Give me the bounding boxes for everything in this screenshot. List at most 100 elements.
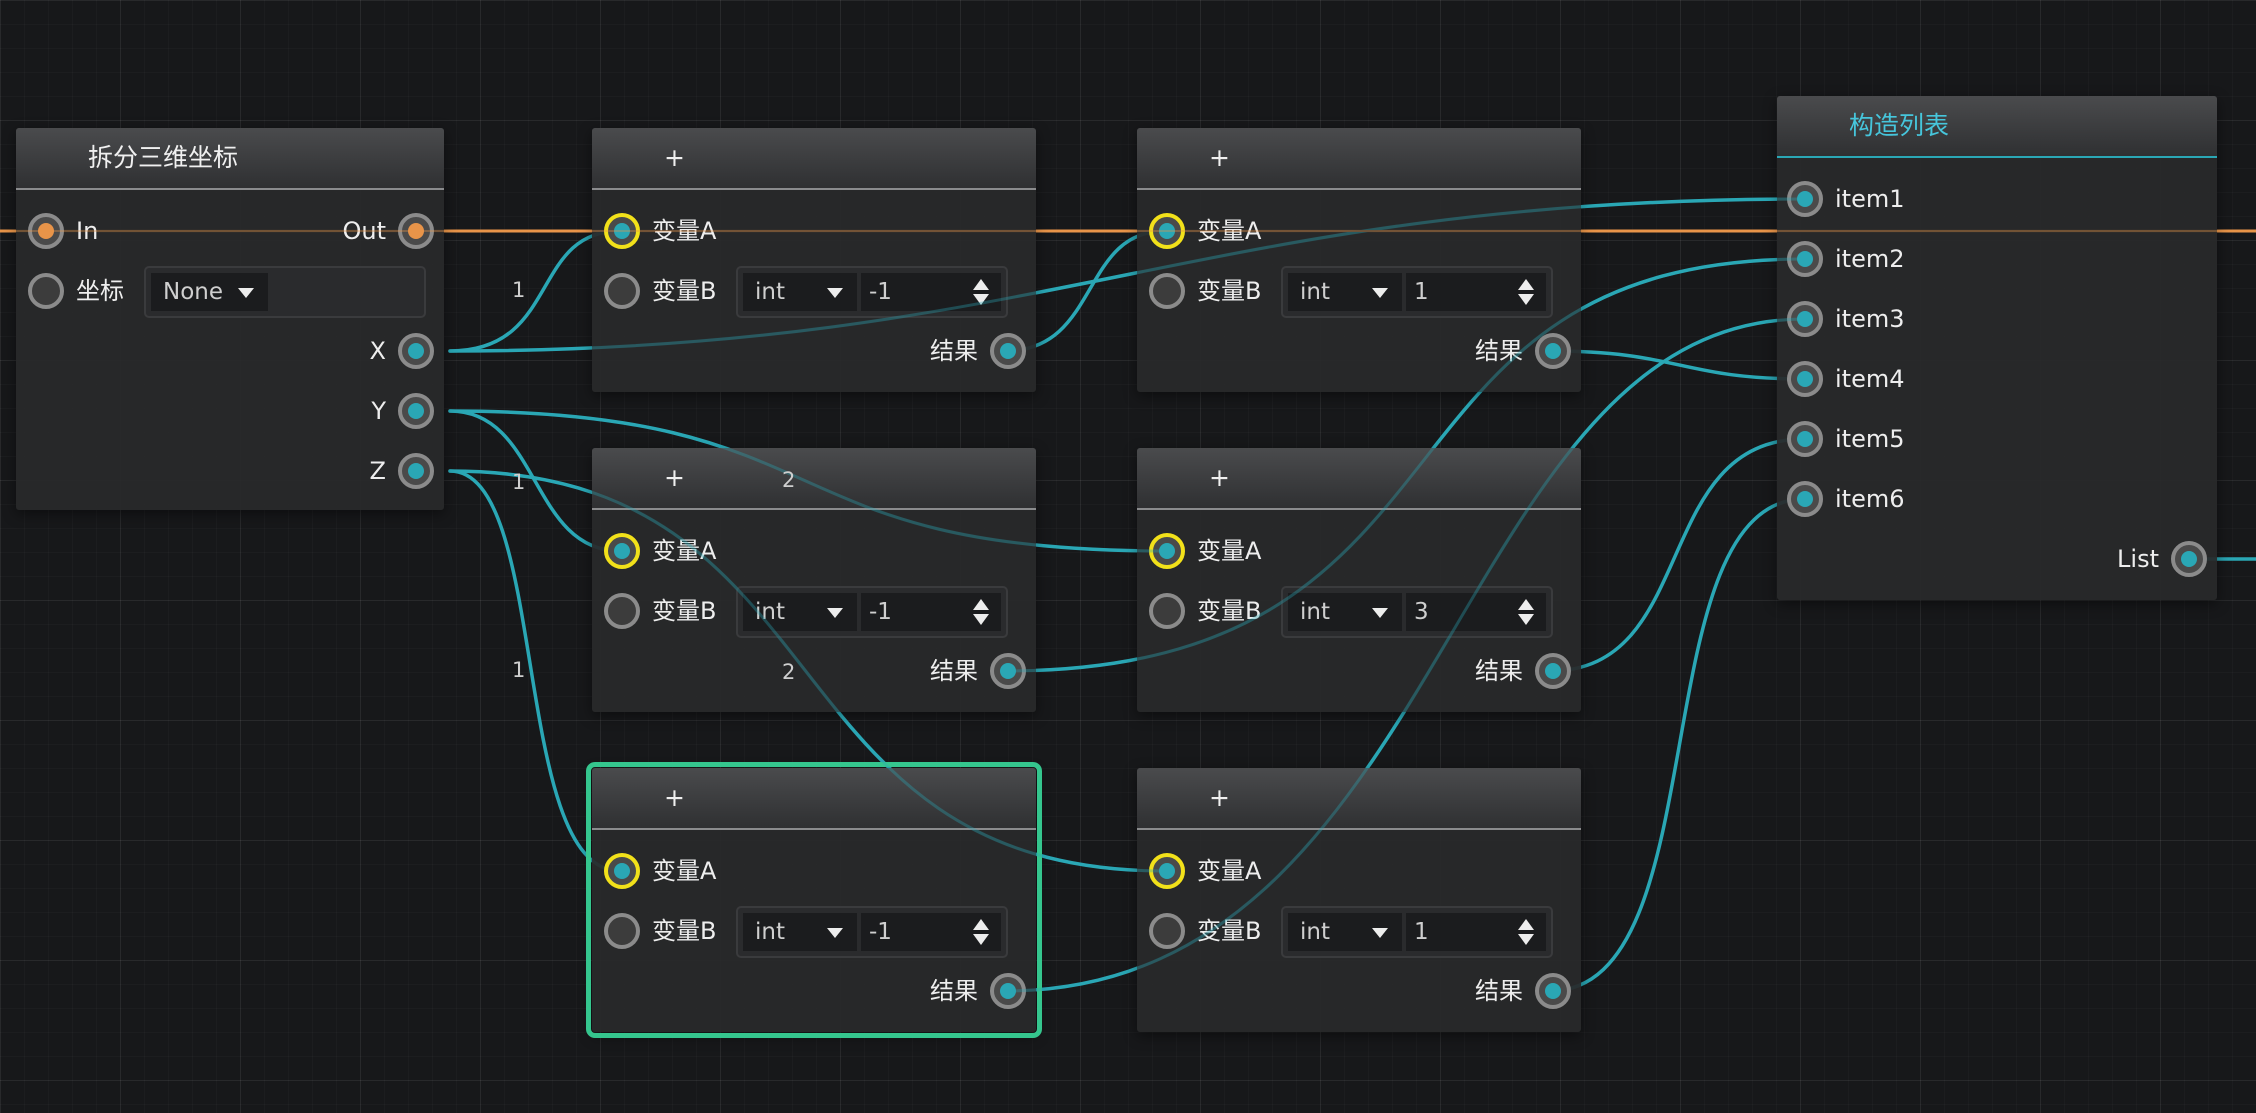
number-value: -1 (869, 919, 892, 945)
input-a-label: 变量A (1197, 217, 1262, 245)
input-a-port[interactable] (1149, 213, 1185, 249)
coord-field: None (144, 266, 426, 318)
add-node-selected[interactable]: + 变量A 变量B int -1 结果 (586, 762, 1042, 1038)
item2-input-port[interactable] (1787, 241, 1823, 277)
construct-list-node[interactable]: 构造列表 item1 item2 item3 item4 item5 item6… (1777, 96, 2217, 600)
spin-arrows-icon[interactable] (973, 599, 989, 627)
type-select[interactable]: int (743, 593, 857, 631)
input-b-port[interactable] (1149, 593, 1185, 629)
node-title: + (1209, 783, 1230, 812)
add-node[interactable]: + 变量A 变量B int -1 结果 (592, 128, 1036, 392)
list-output-port[interactable] (2171, 541, 2207, 577)
output-label: 结果 (1475, 977, 1523, 1005)
input-b-port[interactable] (1149, 273, 1185, 309)
item5-input-port[interactable] (1787, 421, 1823, 457)
input-b-field: int 3 (1281, 586, 1553, 638)
number-value: 3 (1414, 599, 1429, 625)
output-port[interactable] (1535, 973, 1571, 1009)
number-spinbox[interactable]: -1 (861, 913, 1001, 951)
input-b-port[interactable] (604, 593, 640, 629)
node-header[interactable]: + (592, 448, 1036, 510)
input-b-port[interactable] (1149, 913, 1185, 949)
input-a-port[interactable] (604, 533, 640, 569)
node-title: 拆分三维坐标 (88, 143, 239, 172)
number-value: -1 (869, 279, 892, 305)
node-header[interactable]: + (1137, 448, 1581, 510)
chevron-down-icon (827, 288, 843, 298)
spin-arrows-icon[interactable] (1518, 599, 1534, 627)
input-a-port[interactable] (1149, 533, 1185, 569)
add-node[interactable]: + 变量A 变量B int 3 结果 (1137, 448, 1581, 712)
in-label: In (76, 217, 99, 245)
chevron-down-icon (1372, 288, 1388, 298)
type-select[interactable]: int (1288, 913, 1402, 951)
wire-add4-to-list-item5 (1548, 437, 1807, 673)
z-label: Z (369, 457, 386, 485)
type-select-value: int (755, 279, 785, 305)
spin-arrows-icon[interactable] (1518, 919, 1534, 947)
wire-label: 1 (512, 658, 526, 682)
y-output-port[interactable] (398, 393, 434, 429)
input-b-field: int 1 (1281, 266, 1553, 318)
number-spinbox[interactable]: -1 (861, 593, 1001, 631)
exec-input-port[interactable] (28, 213, 64, 249)
node-header[interactable]: + (1137, 768, 1581, 830)
x-output-port[interactable] (398, 333, 434, 369)
item2-label: item2 (1835, 245, 1905, 273)
exec-output-port[interactable] (398, 213, 434, 249)
output-label: 结果 (930, 337, 978, 365)
input-b-port[interactable] (604, 273, 640, 309)
list-output-label: List (2117, 545, 2159, 573)
node-header[interactable]: + (592, 128, 1036, 190)
wire-add2-to-list-item4 (1548, 349, 1807, 381)
input-b-field: int -1 (736, 906, 1008, 958)
number-value: 1 (1414, 919, 1429, 945)
node-header[interactable]: 拆分三维坐标 (16, 128, 444, 190)
type-select-value: int (1300, 599, 1330, 625)
input-a-label: 变量A (1197, 537, 1262, 565)
item3-input-port[interactable] (1787, 301, 1823, 337)
chevron-down-icon (1372, 928, 1388, 938)
add-node[interactable]: + 变量A 变量B int 1 结果 (1137, 768, 1581, 1032)
input-b-label: 变量B (1197, 277, 1262, 305)
add-node[interactable]: + 变量A 变量B int 1 结果 (1137, 128, 1581, 392)
type-select[interactable]: int (743, 273, 857, 311)
spin-arrows-icon[interactable] (973, 919, 989, 947)
number-spinbox[interactable]: 1 (1406, 273, 1546, 311)
split-coordinate-node[interactable]: 拆分三维坐标 In Out 坐标 None X Y Z (16, 128, 444, 510)
spin-arrows-icon[interactable] (973, 279, 989, 307)
node-header[interactable]: 构造列表 (1777, 96, 2217, 158)
coord-input-port[interactable] (28, 273, 64, 309)
output-port[interactable] (1535, 653, 1571, 689)
output-port[interactable] (990, 973, 1026, 1009)
item4-input-port[interactable] (1787, 361, 1823, 397)
type-select-value: int (1300, 279, 1330, 305)
output-port[interactable] (1535, 333, 1571, 369)
item3-label: item3 (1835, 305, 1905, 333)
input-a-label: 变量A (1197, 857, 1262, 885)
item5-label: item5 (1835, 425, 1905, 453)
type-select[interactable]: int (743, 913, 857, 951)
input-b-port[interactable] (604, 913, 640, 949)
number-spinbox[interactable]: 1 (1406, 913, 1546, 951)
coord-select[interactable]: None (151, 273, 268, 311)
number-spinbox[interactable]: -1 (861, 273, 1001, 311)
node-header[interactable]: + (1137, 128, 1581, 190)
item1-input-port[interactable] (1787, 181, 1823, 217)
input-a-port[interactable] (604, 213, 640, 249)
output-port[interactable] (990, 333, 1026, 369)
output-label: 结果 (930, 657, 978, 685)
output-port[interactable] (990, 653, 1026, 689)
input-a-port[interactable] (1149, 853, 1185, 889)
number-value: 1 (1414, 279, 1429, 305)
type-select[interactable]: int (1288, 273, 1402, 311)
type-select[interactable]: int (1288, 593, 1402, 631)
chevron-down-icon (827, 608, 843, 618)
number-spinbox[interactable]: 3 (1406, 593, 1546, 631)
input-a-port[interactable] (604, 853, 640, 889)
item6-input-port[interactable] (1787, 481, 1823, 517)
add-node[interactable]: + 变量A 变量B int -1 结果 (592, 448, 1036, 712)
spin-arrows-icon[interactable] (1518, 279, 1534, 307)
node-header[interactable]: + (592, 768, 1036, 830)
z-output-port[interactable] (398, 453, 434, 489)
